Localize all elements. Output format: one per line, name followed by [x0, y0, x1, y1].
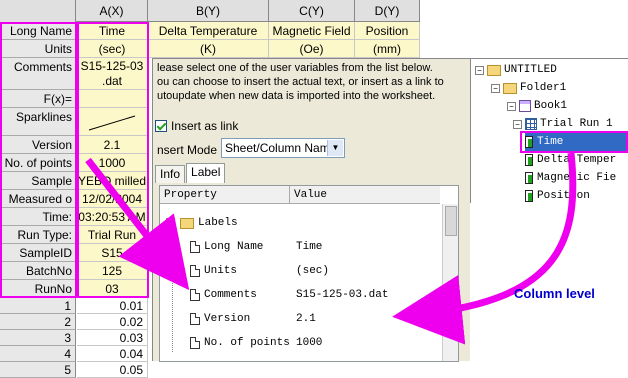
column-header-row: A(X) B(Y) C(Y) D(Y) — [0, 0, 420, 22]
dialog-instructions: lease select one of the user variables f… — [157, 62, 444, 102]
col-header-a[interactable]: A(X) — [76, 0, 148, 22]
col-header-c[interactable]: C(Y) — [269, 0, 355, 22]
corner-cell[interactable] — [0, 0, 76, 22]
long-name-b[interactable]: Delta Temperature — [148, 22, 269, 40]
data-row-index[interactable]: 3 — [0, 330, 76, 346]
property-row[interactable]: Units (sec) — [160, 260, 444, 282]
property-value: S15-125-03.dat — [296, 289, 389, 301]
book-icon — [519, 100, 531, 112]
insert-as-link-label: Insert as link — [171, 119, 239, 133]
property-name: Comments — [204, 289, 257, 301]
collapse-icon[interactable]: − — [166, 218, 175, 227]
collapse-icon[interactable]: − — [507, 101, 516, 111]
dialog-tabs: Info Label — [155, 163, 226, 183]
property-row[interactable]: No. of points 1000 — [160, 332, 444, 354]
folder-icon — [503, 82, 517, 94]
tab-info[interactable]: Info — [155, 165, 186, 183]
tree-label: Delta Temper — [537, 154, 617, 166]
column-icon — [525, 154, 533, 166]
chevron-down-icon[interactable]: ▼ — [327, 140, 343, 156]
document-icon — [190, 337, 200, 349]
data-cell[interactable]: 0.02 — [77, 314, 148, 330]
units-c[interactable]: (Oe) — [269, 40, 355, 58]
explorer-empty-area — [470, 203, 628, 361]
labels-group-label: Labels — [198, 217, 238, 229]
column-icon — [525, 190, 533, 202]
insert-mode-value: Sheet/Column Name — [225, 141, 337, 155]
tree-item-folder1[interactable]: − Folder1 — [491, 79, 566, 97]
long-name-d[interactable]: Position — [355, 22, 420, 40]
document-icon — [190, 241, 200, 253]
property-value: 2.1 — [296, 313, 316, 325]
data-row-index[interactable]: 5 — [0, 362, 76, 378]
data-cell[interactable]: 0.04 — [77, 346, 148, 362]
property-row[interactable]: Long Name Time — [160, 236, 444, 258]
property-name: Version — [204, 313, 251, 325]
tree-label: Folder1 — [520, 82, 567, 94]
grid-header-value[interactable]: Value — [290, 186, 440, 204]
time-node-highlight — [520, 131, 628, 153]
col-header-b[interactable]: B(Y) — [148, 0, 269, 22]
insert-as-link-checkbox[interactable]: Insert as link — [155, 119, 238, 133]
property-value: Time — [296, 241, 323, 253]
col-header-d[interactable]: D(Y) — [355, 0, 420, 22]
collapse-icon[interactable]: − — [491, 83, 500, 93]
property-name: No. of points — [204, 337, 290, 349]
insert-mode-label: nsert Mode — [157, 143, 218, 157]
tree-label: Magnetic Fie — [537, 172, 617, 184]
collapse-icon[interactable]: − — [475, 65, 484, 75]
long-name-c[interactable]: Magnetic Field — [269, 22, 355, 40]
folder-icon — [180, 218, 194, 229]
data-row-index[interactable]: 4 — [0, 346, 76, 362]
data-cell[interactable]: 0.03 — [77, 330, 148, 346]
scroll-thumb[interactable] — [445, 206, 457, 236]
row-labels-highlight — [0, 22, 77, 298]
column-icon — [525, 172, 533, 184]
column-a-highlight — [77, 22, 149, 298]
document-icon — [190, 313, 200, 325]
data-row-index[interactable]: 2 — [0, 314, 76, 330]
tree-label: UNTITLED — [504, 64, 557, 76]
data-row-index[interactable]: 1 — [0, 298, 76, 314]
insert-variable-dialog: lease select one of the user variables f… — [152, 58, 470, 362]
property-value: 1000 — [296, 337, 323, 349]
tree-item-magnetic-field[interactable]: Magnetic Fie — [525, 169, 616, 187]
tree-item-untitled[interactable]: − UNTITLED — [475, 61, 557, 79]
grid-header-property[interactable]: Property — [160, 186, 290, 204]
column-level-caption: Column level — [514, 286, 595, 301]
document-icon — [190, 265, 200, 277]
property-grid: Property Value − Labels Long Name Time U… — [159, 185, 459, 362]
units-d[interactable]: (mm) — [355, 40, 420, 58]
tab-label[interactable]: Label — [186, 163, 226, 183]
property-name: Units — [204, 265, 238, 277]
insert-mode-select[interactable]: Sheet/Column Name ▼ — [221, 138, 345, 158]
checkbox-box[interactable] — [155, 120, 167, 132]
data-cell[interactable]: 0.01 — [77, 298, 148, 314]
units-b[interactable]: (K) — [148, 40, 269, 58]
property-row[interactable]: Version 2.1 — [160, 308, 444, 330]
tree-item-delta-temp[interactable]: Delta Temper — [525, 151, 616, 169]
worksheet-icon — [525, 118, 537, 130]
folder-icon — [487, 64, 501, 76]
labels-group-row[interactable]: − Labels — [160, 212, 444, 234]
property-name: Long Name — [204, 241, 264, 253]
property-value: (sec) — [296, 265, 330, 277]
data-cell[interactable]: 0.05 — [77, 362, 148, 378]
property-row[interactable]: Comments S15-125-03.dat — [160, 284, 444, 306]
collapse-icon[interactable]: − — [513, 119, 522, 129]
document-icon — [190, 289, 200, 301]
grid-scrollbar[interactable] — [442, 204, 458, 361]
tree-item-book1[interactable]: − Book1 — [507, 97, 567, 115]
tree-label: Book1 — [534, 100, 568, 112]
